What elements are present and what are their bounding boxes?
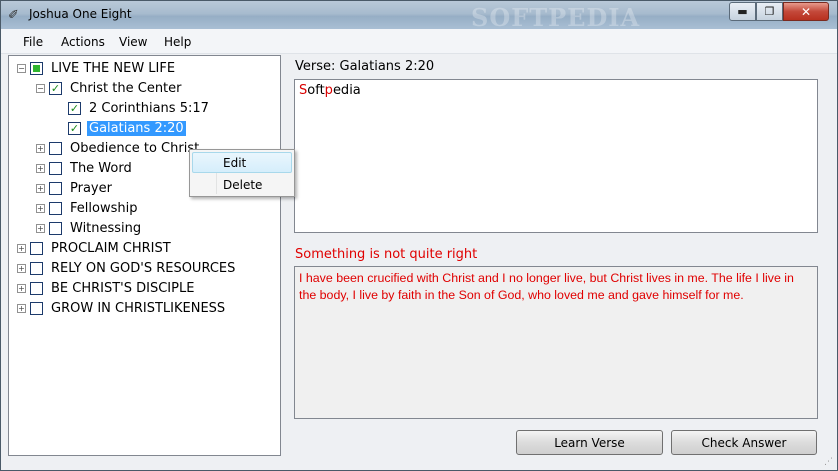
- tree-checkbox[interactable]: ✓: [49, 81, 62, 95]
- maximize-button[interactable]: ❐: [756, 2, 783, 21]
- tree-item-label[interactable]: Witnessing: [68, 221, 143, 236]
- tree-item-label[interactable]: Christ the Center: [68, 81, 184, 96]
- tree-item[interactable]: ✓ 2 Corinthians 5:17: [55, 98, 211, 118]
- tree-item[interactable]: + Prayer: [36, 178, 114, 198]
- resize-grip[interactable]: ⋰: [824, 457, 834, 467]
- tree-item[interactable]: − ✓ Christ the Center: [36, 78, 184, 98]
- menu-help[interactable]: Help: [164, 35, 191, 49]
- topic-tree[interactable]: − LIVE THE NEW LIFE − ✓ Christ the Center ✓ 2 …: [8, 55, 281, 456]
- menu-bar: File Actions View Help: [1, 29, 837, 54]
- feedback-warning: Something is not quite right: [295, 247, 478, 262]
- app-window: ✐ Joshua One Eight SOFTPEDIA ▬ ❐ ✕ File …: [0, 0, 838, 471]
- tree-checkbox[interactable]: [49, 221, 62, 235]
- tree-checkbox[interactable]: [49, 181, 62, 195]
- tree-checkbox[interactable]: [30, 61, 43, 75]
- tree-item[interactable]: + BE CHRIST'S DISCIPLE: [17, 278, 196, 298]
- tree-checkbox[interactable]: [30, 241, 43, 255]
- expand-icon[interactable]: +: [17, 283, 26, 293]
- minimize-button[interactable]: ▬: [729, 2, 756, 21]
- tree-item[interactable]: + Obedience to Christ: [36, 138, 201, 158]
- title-bar[interactable]: ✐ Joshua One Eight SOFTPEDIA ▬ ❐ ✕: [1, 1, 837, 32]
- close-button[interactable]: ✕: [783, 2, 829, 21]
- tree-item-label[interactable]: RELY ON GOD'S RESOURCES: [49, 261, 237, 276]
- tree-checkbox[interactable]: [30, 261, 43, 275]
- tree-item-label[interactable]: Prayer: [68, 181, 114, 196]
- tree-item-label[interactable]: Obedience to Christ: [68, 141, 201, 156]
- learn-verse-button[interactable]: Learn Verse: [516, 430, 663, 455]
- tree-checkbox[interactable]: ✓: [68, 101, 81, 115]
- tree-item[interactable]: ✓ Galatians 2:20: [55, 118, 186, 138]
- tree-item[interactable]: + Witnessing: [36, 218, 143, 238]
- context-delete[interactable]: Delete: [192, 174, 292, 195]
- verse-input-char-2: p: [324, 83, 333, 98]
- verse-label: Verse: Galatians 2:20: [295, 59, 435, 74]
- check-answer-button[interactable]: Check Answer: [671, 430, 817, 455]
- tree-item-label[interactable]: BE CHRIST'S DISCIPLE: [49, 281, 196, 296]
- expand-icon[interactable]: +: [17, 243, 26, 253]
- tree-item-label[interactable]: The Word: [68, 161, 134, 176]
- tree-item[interactable]: + PROCLAIM CHRIST: [17, 238, 173, 258]
- expand-icon[interactable]: +: [36, 143, 45, 153]
- tree-item-label[interactable]: Fellowship: [68, 201, 139, 216]
- tree-item[interactable]: + Fellowship: [36, 198, 139, 218]
- tree-item-label[interactable]: PROCLAIM CHRIST: [49, 241, 173, 256]
- tree-item[interactable]: + The Word: [36, 158, 134, 178]
- expand-icon[interactable]: +: [36, 203, 45, 213]
- expand-icon[interactable]: +: [36, 223, 45, 233]
- tree-item-label[interactable]: 2 Corinthians 5:17: [87, 101, 211, 116]
- expand-icon[interactable]: +: [36, 163, 45, 173]
- verse-input-text-1: oft: [307, 83, 325, 98]
- answer-text-box: I have been crucified with Christ and I …: [294, 266, 818, 419]
- tree-checkbox[interactable]: [49, 161, 62, 175]
- tree-checkbox[interactable]: [30, 281, 43, 295]
- tree-item-label[interactable]: Galatians 2:20: [87, 120, 186, 136]
- tree-item-label[interactable]: LIVE THE NEW LIFE: [49, 61, 177, 76]
- menu-view[interactable]: View: [119, 35, 147, 49]
- watermark: SOFTPEDIA: [471, 3, 641, 32]
- tree-checkbox[interactable]: [30, 301, 43, 315]
- tree-item[interactable]: + RELY ON GOD'S RESOURCES: [17, 258, 237, 278]
- verse-input[interactable]: Softpedia: [294, 79, 818, 233]
- collapse-icon[interactable]: −: [17, 63, 26, 73]
- menu-actions[interactable]: Actions: [61, 35, 105, 49]
- menu-file[interactable]: File: [23, 35, 43, 49]
- expand-icon[interactable]: +: [36, 183, 45, 193]
- verse-input-text-2: edia: [332, 83, 361, 98]
- tree-item[interactable]: + GROW IN CHRISTLIKENESS: [17, 298, 227, 318]
- tree-checkbox[interactable]: [49, 141, 62, 155]
- context-edit[interactable]: Edit: [192, 152, 292, 173]
- tree-checkbox[interactable]: ✓: [68, 121, 81, 135]
- tree-item-label[interactable]: GROW IN CHRISTLIKENESS: [49, 301, 227, 316]
- context-menu: Edit Delete: [189, 149, 295, 197]
- tree-checkbox[interactable]: [49, 201, 62, 215]
- window-title: Joshua One Eight: [29, 7, 132, 21]
- collapse-icon[interactable]: −: [36, 83, 45, 93]
- expand-icon[interactable]: +: [17, 303, 26, 313]
- expand-icon[interactable]: +: [17, 263, 26, 273]
- tree-item[interactable]: − LIVE THE NEW LIFE: [17, 58, 177, 78]
- app-icon: ✐: [8, 8, 19, 23]
